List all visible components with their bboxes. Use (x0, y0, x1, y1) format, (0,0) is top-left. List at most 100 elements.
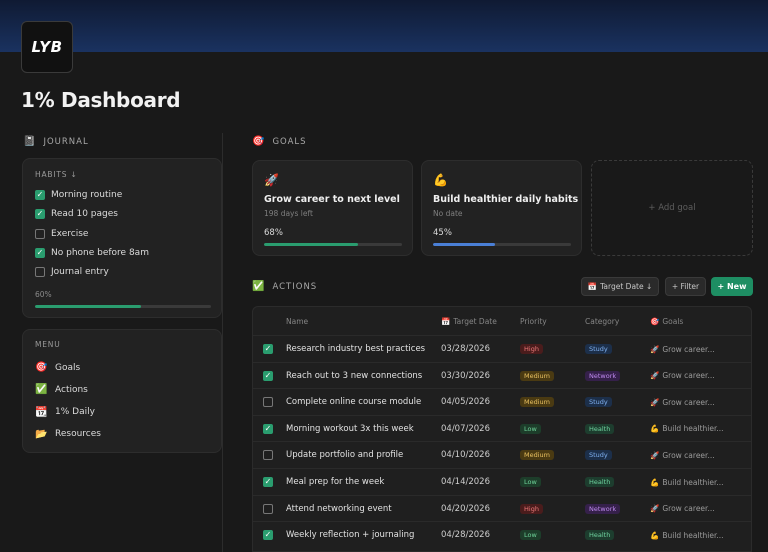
habit-item[interactable]: ✓ No phone before 8am (35, 247, 149, 258)
menu-item-icon: 📂 (35, 428, 48, 440)
action-name[interactable]: Attend networking event (286, 496, 392, 522)
filter-button[interactable]: + Filter (665, 277, 706, 296)
habit-item[interactable]: ✓ Read 10 pages (35, 209, 118, 220)
table-row[interactable]: ✓ Research industry best practices 03/28/2… (253, 335, 751, 362)
category-cell: Health (585, 522, 615, 548)
goal-relation-icon: 🚀 (650, 450, 660, 460)
menu-card: MENU 🎯 Goals ✅ Actions 📆 1% Daily 📂 Resources (22, 329, 222, 453)
habit-item[interactable]: Journal entry (35, 267, 109, 278)
menu-title: MENU (35, 340, 61, 349)
goal-relation[interactable]: 💪 Build healthier... (650, 416, 724, 442)
action-name[interactable]: Weekly reflection + journaling (286, 522, 414, 548)
habit-checkbox[interactable] (35, 267, 45, 278)
goal-relation-label: Build healthier... (662, 477, 724, 487)
row-checkbox[interactable]: ✓ (263, 530, 273, 541)
col-goals[interactable]: 🎯 Goals (650, 317, 683, 326)
goal-relation-icon: 💪 (650, 424, 660, 434)
add-goal-button[interactable]: + Add goal (591, 160, 753, 256)
goal-relation[interactable]: 🚀 Grow career... (650, 442, 715, 468)
category-cell: Network (585, 363, 621, 389)
menu-item-label: Goals (55, 362, 81, 373)
goal-relation[interactable]: 🚀 Grow career... (650, 496, 715, 522)
goal-relation[interactable]: 💪 Build healthier... (650, 522, 724, 548)
row-checkbox-cell (263, 496, 273, 522)
goal-relation[interactable]: 🚀 Grow career... (650, 336, 715, 362)
menu-item-daily[interactable]: 📆 1% Daily (35, 407, 95, 418)
row-checkbox[interactable]: ✓ (263, 344, 273, 354)
sort-target-date-button[interactable]: 📅 Target Date ↓ (581, 277, 659, 296)
col-priority[interactable]: Priority (520, 317, 547, 326)
goal-relation-icon: 🚀 (650, 397, 660, 407)
row-checkbox[interactable] (263, 397, 273, 408)
row-checkbox-cell: ✓ (263, 363, 273, 389)
habit-item[interactable]: Exercise (35, 228, 88, 239)
notebook-icon: 📓 (23, 136, 36, 147)
action-name[interactable]: Reach out to 3 new connections (286, 363, 422, 389)
row-checkbox[interactable]: ✓ (263, 370, 273, 381)
journal-heading-label: JOURNAL (43, 136, 89, 147)
priority-cell: Low (520, 469, 541, 495)
row-checkbox[interactable] (263, 503, 273, 514)
action-name[interactable]: Update portfolio and profile (286, 442, 403, 468)
menu-item-icon: 🎯 (35, 362, 48, 373)
category-tag: Network (585, 370, 621, 381)
habits-progress-fill (35, 305, 141, 308)
category-tag: Study (585, 397, 612, 408)
table-row[interactable]: ✓ Meal prep for the week 04/14/2026 Low Heal… (253, 468, 751, 495)
category-tag: Health (585, 477, 615, 487)
table-row[interactable]: ✓ Morning workout 3x this week 04/07/2026 L… (253, 414, 751, 442)
goal-progress-fill (433, 243, 496, 246)
target-icon: 🎯 (252, 136, 265, 147)
row-checkbox[interactable]: ✓ (263, 477, 273, 487)
priority-tag: Medium (520, 370, 554, 381)
habit-item[interactable]: ✓ Morning routine (35, 190, 122, 200)
table-row[interactable]: Complete online course module 04/05/2026 M… (253, 388, 751, 415)
row-checkbox-cell (263, 389, 273, 415)
habits-progress-bar (35, 305, 211, 308)
menu-item-goals[interactable]: 🎯 Goals (35, 362, 80, 373)
goals-heading: 🎯 GOALS (252, 136, 307, 147)
table-row[interactable]: ✓ Reach out to 3 new connections 03/30/202… (253, 361, 751, 389)
habit-label: Morning routine (51, 190, 123, 200)
category-cell: Health (585, 469, 615, 495)
goal-card[interactable]: 🚀 Grow career to next level 198 days left 6… (252, 160, 413, 256)
habit-label: No phone before 8am (51, 247, 149, 258)
habit-checkbox[interactable] (35, 228, 45, 239)
menu-item-label: Resources (55, 429, 101, 440)
action-name[interactable]: Complete online course module (286, 389, 421, 415)
goal-relation[interactable]: 🚀 Grow career... (650, 363, 715, 389)
table-row[interactable]: Update portfolio and profile 04/10/2026 Me… (253, 441, 751, 468)
check-icon: ✅ (252, 281, 265, 292)
goal-progress-label: 68% (264, 228, 283, 238)
priority-tag: Low (520, 477, 541, 487)
col-name[interactable]: Name (286, 317, 308, 326)
habit-label: Read 10 pages (51, 209, 118, 220)
habit-checkbox[interactable]: ✓ (35, 190, 45, 200)
habits-title[interactable]: HABITS ↓ (35, 170, 78, 179)
table-row[interactable]: Attend networking event 04/20/2026 High Net… (253, 494, 751, 522)
menu-item-actions[interactable]: ✅ Actions (35, 384, 88, 395)
col-category[interactable]: Category (585, 317, 619, 326)
menu-item-resources[interactable]: 📂 Resources (35, 429, 101, 440)
action-name[interactable]: Morning workout 3x this week (286, 416, 414, 442)
habit-checkbox[interactable]: ✓ (35, 209, 45, 220)
row-checkbox[interactable] (263, 450, 273, 461)
action-date: 04/07/2026 (441, 423, 490, 434)
goal-relation[interactable]: 🚀 Grow career... (650, 389, 715, 415)
goal-card[interactable]: 💪 Build healthier daily habits No date 45% (421, 160, 582, 256)
action-name[interactable]: Meal prep for the week (286, 469, 384, 495)
action-name[interactable]: Research industry best practices (286, 336, 425, 362)
col-target-date[interactable]: 📅 Target Date (441, 317, 497, 326)
new-action-button[interactable]: + New (711, 277, 753, 296)
row-checkbox-cell: ✓ (263, 416, 273, 442)
table-row[interactable]: ✓ Weekly reflection + journaling 04/28/202… (253, 521, 751, 548)
action-date: 04/10/2026 (441, 450, 490, 461)
goal-relation[interactable]: 💪 Build healthier... (650, 469, 724, 495)
category-cell: Study (585, 336, 612, 362)
row-checkbox[interactable]: ✓ (263, 423, 273, 434)
habits-progress-label: 60% (35, 290, 52, 299)
goal-relation-icon: 🚀 (650, 344, 660, 354)
priority-cell: Medium (520, 389, 554, 415)
habit-checkbox[interactable]: ✓ (35, 247, 45, 258)
priority-tag: High (520, 503, 543, 514)
